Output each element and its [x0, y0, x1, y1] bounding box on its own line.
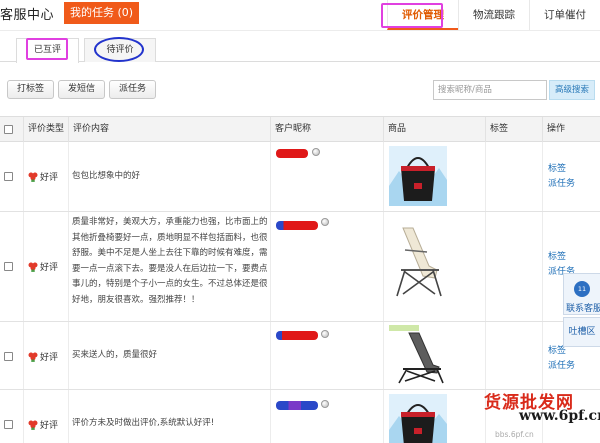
row-actions: 标签 派任务	[548, 344, 575, 374]
table-header: 评价类型 评价内容 客户昵称 商品 标签 操作	[0, 116, 600, 143]
advanced-search-button[interactable]: 高级搜索	[549, 80, 595, 100]
send-sms-button[interactable]: 发短信	[58, 80, 106, 99]
good-review-flower-icon	[28, 420, 38, 430]
column-header-product: 商品	[383, 117, 485, 143]
divider	[0, 30, 600, 31]
review-content: 评价方未及时做出评价,系统默认好评!	[72, 418, 215, 428]
row-checkbox[interactable]	[4, 262, 13, 271]
review-content: 买来送人的，质量很好	[72, 350, 158, 360]
review-type: 好评	[28, 260, 58, 273]
review-type-label: 好评	[40, 173, 59, 183]
column-header-actions: 操作	[542, 117, 600, 143]
customer-nickname-redacted	[276, 331, 318, 340]
toolbar: 打标签 发短信 派任务 搜索昵称/商品 高级搜索	[0, 78, 600, 104]
column-header-customer-nickname: 客户昵称	[270, 117, 383, 143]
app-title: 客服中心	[0, 8, 55, 23]
wangwang-status-icon[interactable]	[321, 400, 329, 408]
wangwang-status-icon[interactable]	[312, 148, 320, 156]
contact-support-widget[interactable]: 11 联系客服	[563, 273, 600, 315]
table-row: 好评 质量非常好，美观大方，承重能力也强，比市面上的其他折叠椅要好一点，质地明显…	[0, 212, 600, 322]
wangwang-status-icon[interactable]	[321, 218, 329, 226]
customer-nickname-redacted	[276, 221, 318, 230]
column-header-review-type: 评价类型	[23, 117, 68, 143]
tote-bag-icon	[389, 146, 447, 206]
watermark-url: www.6pf.cn	[519, 408, 600, 424]
table-row: 好评 包包比想象中的好 标签 派任务	[0, 142, 600, 212]
review-type: 好评	[28, 170, 58, 183]
column-header-tag: 标签	[485, 117, 542, 143]
highlight-box-review-tab	[381, 3, 443, 28]
review-type-label: 好评	[40, 421, 59, 431]
my-tasks-button[interactable]: 我的任务 (0)	[64, 2, 140, 24]
column-header-review-content: 评价内容	[68, 117, 270, 143]
contact-support-label: 联系客服	[566, 304, 600, 314]
wangwang-status-icon[interactable]	[321, 330, 329, 338]
support-count-badge: 11	[574, 281, 590, 297]
search-input[interactable]: 搜索昵称/商品	[433, 80, 547, 100]
tag-action-link[interactable]: 标签	[548, 250, 575, 265]
row-checkbox[interactable]	[4, 352, 13, 361]
table-row: 好评 买来送人的，质量很好 标签 派任务	[0, 322, 600, 390]
watermark-bbs: bbs.6pf.cn	[495, 430, 534, 439]
review-content: 质量非常好，美观大方，承重能力也强，比市面上的其他折叠椅要好一点，质地明显不样包…	[72, 217, 268, 305]
product-thumbnail[interactable]	[389, 146, 447, 209]
good-review-flower-icon	[28, 262, 38, 272]
review-type-label: 好评	[40, 353, 59, 363]
tag-action-link[interactable]: 标签	[548, 162, 575, 177]
good-review-flower-icon	[28, 172, 38, 182]
page: 客服中心 我的任务 (0) 评价管理 物流跟踪 订单催付 已互评 待评价 打标签…	[0, 0, 600, 443]
select-all-checkbox[interactable]	[4, 125, 13, 134]
feedback-widget[interactable]: 吐槽区	[563, 317, 600, 347]
recliner-chair-icon	[389, 325, 449, 385]
review-content: 包包比想象中的好	[72, 171, 141, 181]
subtabs: 已互评 待评价	[0, 36, 600, 63]
product-thumbnail[interactable]	[389, 222, 449, 305]
customer-nickname-redacted	[276, 149, 308, 158]
folding-chair-icon	[389, 222, 449, 302]
top-bar: 客服中心 我的任务 (0) 评价管理 物流跟踪 订单催付	[0, 0, 600, 30]
tote-bag-icon	[389, 394, 447, 443]
assign-task-action-link[interactable]: 派任务	[548, 177, 575, 192]
product-thumbnail[interactable]	[389, 394, 447, 443]
assign-task-action-link[interactable]: 派任务	[548, 359, 575, 374]
product-thumbnail[interactable]	[389, 325, 449, 388]
highlight-oval-pending-review	[94, 37, 144, 62]
review-type: 好评	[28, 350, 58, 363]
tab-logistics-tracking[interactable]: 物流跟踪	[458, 0, 529, 30]
row-actions: 标签 派任务	[548, 162, 575, 192]
highlight-box-mutually-reviewed	[26, 38, 68, 60]
row-checkbox[interactable]	[4, 172, 13, 181]
review-type-label: 好评	[40, 263, 59, 273]
assign-task-button[interactable]: 派任务	[109, 80, 157, 99]
row-checkbox[interactable]	[4, 420, 13, 429]
tab-order-payment-reminder[interactable]: 订单催付	[529, 0, 600, 30]
customer-nickname-redacted	[276, 401, 318, 410]
good-review-flower-icon	[28, 352, 38, 362]
review-type: 好评	[28, 418, 58, 431]
tag-button[interactable]: 打标签	[7, 80, 55, 99]
